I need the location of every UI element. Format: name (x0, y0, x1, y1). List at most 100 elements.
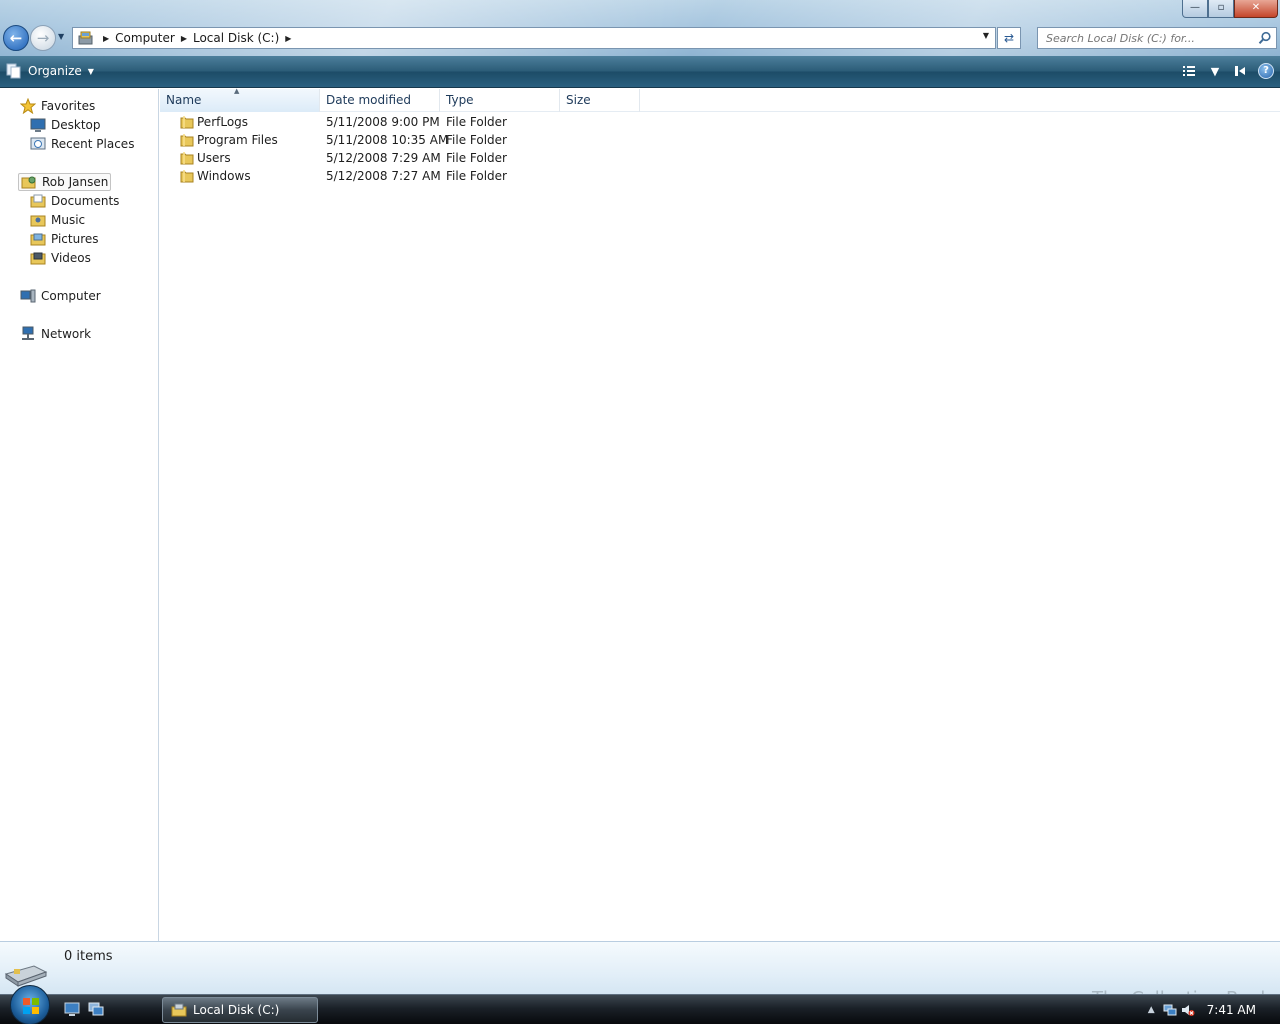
views-dropdown-icon[interactable]: ▼ (1206, 62, 1224, 80)
recent-pages-dropdown[interactable]: ▼ (58, 32, 68, 44)
window-controls: — ▫ ✕ (1182, 0, 1278, 18)
arrow-left-icon: ← (9, 29, 23, 47)
network-status-icon[interactable] (1163, 1003, 1177, 1017)
column-header-date[interactable]: Date modified (320, 89, 440, 112)
organize-button[interactable]: Organize ▼ (6, 63, 94, 79)
system-tray: ▲ 7:41 AM (1148, 995, 1280, 1024)
file-name-cell: PerfLogs (160, 115, 320, 129)
file-type: File Folder (446, 115, 507, 129)
address-bar[interactable]: ▶ Computer ▶ Local Disk (C:) ▶ ▼ (72, 27, 996, 49)
sort-ascending-icon: ▲ (234, 87, 240, 95)
music-folder-icon (30, 215, 46, 227)
folder-icon (171, 1003, 187, 1017)
file-name: PerfLogs (197, 115, 249, 129)
minimize-button[interactable]: — (1182, 0, 1208, 18)
nav-desktop-label: Desktop (51, 118, 101, 132)
close-button[interactable]: ✕ (1234, 0, 1278, 18)
back-button[interactable]: ← (3, 25, 29, 51)
file-date: 5/12/2008 7:29 AM (326, 151, 441, 165)
file-name: Windows (197, 169, 251, 183)
folder-icon (180, 152, 194, 165)
nav-videos[interactable]: Videos (30, 249, 91, 267)
nav-documents[interactable]: Documents (30, 192, 119, 210)
arrow-right-icon: → (36, 29, 50, 47)
desktop-icon (30, 118, 46, 132)
windows-logo-icon (23, 998, 39, 1014)
nav-network-label: Network (41, 327, 92, 341)
hard-drive-icon (4, 965, 48, 987)
nav-recent-places-label: Recent Places (51, 137, 135, 151)
file-name: Program Files (197, 133, 278, 147)
nav-recent-places[interactable]: Recent Places (30, 135, 134, 153)
folder-icon (180, 170, 194, 183)
file-type: File Folder (446, 133, 507, 147)
folder-icon (180, 116, 194, 129)
network-icon (22, 326, 34, 340)
table-row[interactable]: PerfLogs 5/11/2008 9:00 PM File Folder (160, 113, 560, 131)
file-type: File Folder (446, 169, 507, 183)
address-dropdown-icon[interactable]: ▼ (979, 31, 993, 40)
recent-places-icon (30, 137, 46, 150)
breadcrumb-computer[interactable]: Computer (115, 31, 175, 45)
start-button[interactable] (10, 985, 50, 1024)
breadcrumb-arrow-icon[interactable]: ▶ (103, 34, 109, 43)
file-name-cell: Users (160, 151, 320, 165)
breadcrumb-arrow-icon[interactable]: ▶ (181, 34, 187, 43)
file-date: 5/11/2008 10:35 AM (326, 133, 449, 147)
nav-music[interactable]: Music (30, 211, 85, 229)
taskbar-item-local-disk[interactable]: Local Disk (C:) (162, 997, 318, 1023)
preview-pane-button[interactable] (1232, 62, 1250, 80)
search-icon[interactable] (1258, 31, 1272, 45)
switch-windows-icon[interactable] (88, 1002, 104, 1016)
breadcrumb-arrow-icon[interactable]: ▶ (285, 34, 291, 43)
forward-button[interactable]: → (30, 25, 56, 51)
column-header-type[interactable]: Type (440, 89, 560, 112)
videos-folder-icon (30, 252, 46, 265)
file-type: File Folder (446, 151, 507, 165)
file-date: 5/12/2008 7:27 AM (326, 169, 441, 183)
folder-icon (180, 134, 194, 147)
nav-videos-label: Videos (51, 251, 91, 265)
column-date-label: Date modified (326, 93, 412, 107)
clock[interactable]: 7:41 AM (1207, 1003, 1256, 1017)
table-row[interactable]: Users 5/12/2008 7:29 AM File Folder (160, 149, 560, 167)
command-bar: Organize ▼ ▼ ? (0, 56, 1280, 88)
breadcrumb-local-disk[interactable]: Local Disk (C:) (193, 31, 279, 45)
nav-pictures[interactable]: Pictures (30, 230, 99, 248)
show-desktop-icon[interactable] (64, 1002, 80, 1016)
search-input[interactable] (1046, 31, 1258, 45)
nav-user-folder[interactable]: Rob Jansen (18, 173, 112, 191)
volume-muted-icon[interactable] (1181, 1003, 1195, 1017)
file-name: Users (197, 151, 231, 165)
computer-location-icon (75, 28, 97, 48)
maximize-button[interactable]: ▫ (1208, 0, 1234, 18)
column-headers: ▲ Name Date modified Type Size (160, 87, 1280, 112)
taskbar: Local Disk (C:) ▲ 7:41 AM (0, 985, 1280, 1024)
star-icon (20, 98, 36, 114)
nav-favorites[interactable]: Favorites (20, 97, 95, 115)
search-box[interactable] (1037, 27, 1277, 49)
help-icon[interactable]: ? (1258, 63, 1274, 79)
nav-desktop[interactable]: Desktop (30, 116, 101, 134)
refresh-icon: ⇄ (1003, 31, 1015, 45)
taskbar-item-label: Local Disk (C:) (193, 1003, 280, 1017)
views-button[interactable] (1180, 62, 1198, 80)
refresh-button[interactable]: ⇄ (997, 27, 1021, 49)
column-header-size[interactable]: Size (560, 89, 640, 112)
details-pane: 0 items The Collection Book (0, 941, 1280, 1009)
table-row[interactable]: Program Files 5/11/2008 10:35 AM File Fo… (160, 131, 560, 149)
nav-computer[interactable]: Computer (20, 287, 101, 305)
pictures-folder-icon (30, 233, 46, 246)
column-size-label: Size (566, 93, 591, 107)
file-date: 5/11/2008 9:00 PM (326, 115, 440, 129)
column-type-label: Type (446, 93, 474, 107)
show-hidden-icons-icon[interactable]: ▲ (1148, 1005, 1155, 1015)
column-header-name[interactable]: ▲ Name (160, 87, 320, 112)
computer-icon (20, 289, 36, 303)
navigation-pane: Favorites Desktop Recent Places Rob Jans… (0, 89, 159, 941)
pane-icon (1235, 66, 1245, 76)
file-name-cell: Windows (160, 169, 320, 183)
user-folder-icon (21, 176, 36, 189)
nav-network[interactable]: Network (20, 325, 91, 343)
table-row[interactable]: Windows 5/12/2008 7:27 AM File Folder (160, 167, 560, 185)
